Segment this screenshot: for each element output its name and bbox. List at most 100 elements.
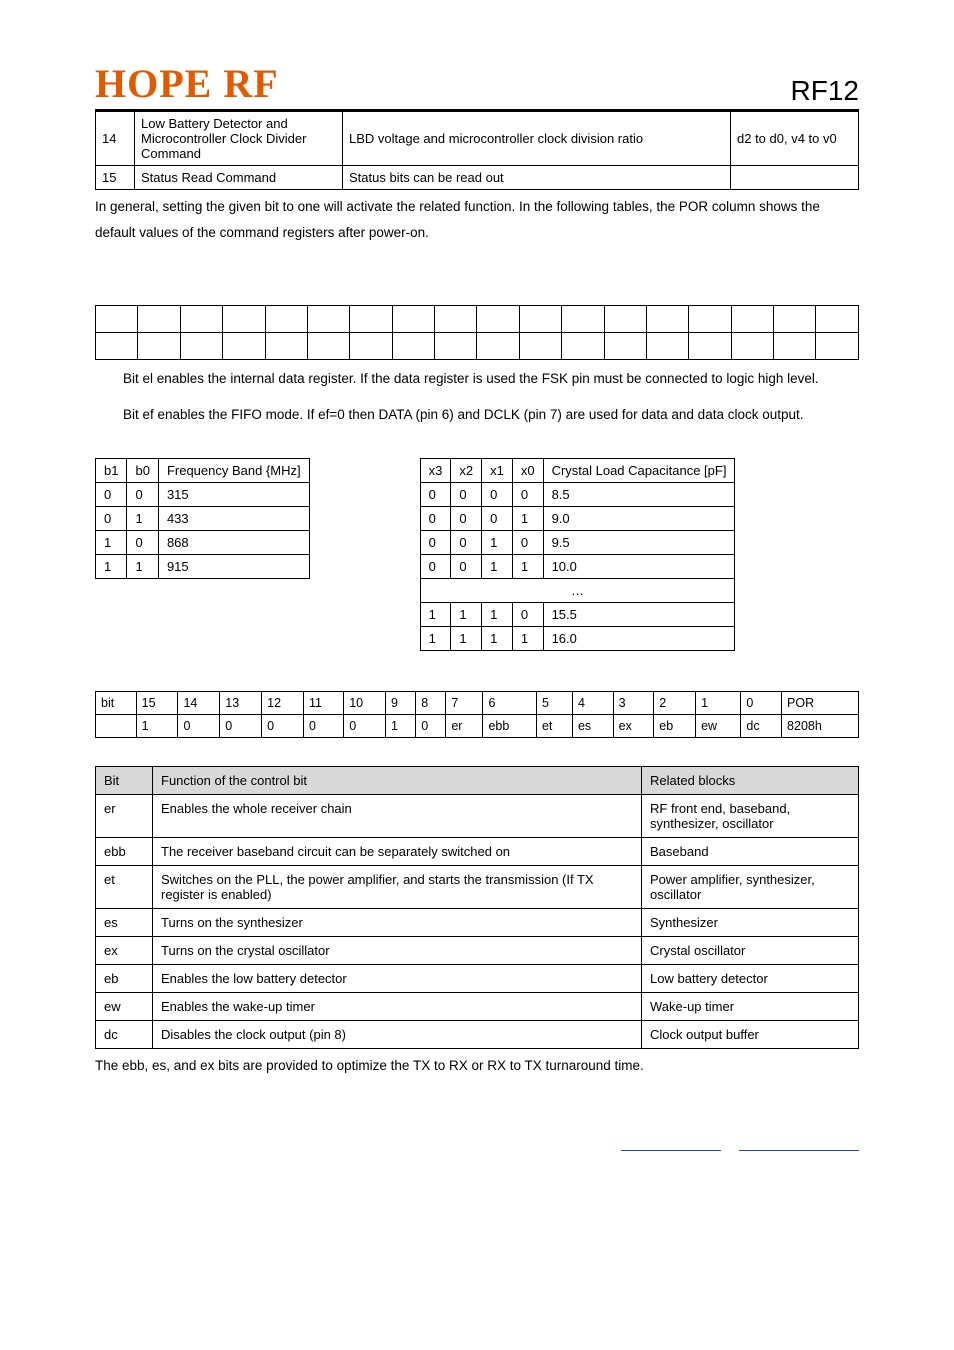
cell: 1 bbox=[482, 602, 513, 626]
cell: ebb bbox=[483, 714, 537, 737]
col-header: Bit bbox=[96, 766, 153, 794]
col-header: Crystal Load Capacitance [pF] bbox=[543, 458, 735, 482]
col-header: x2 bbox=[451, 458, 482, 482]
cell: 1 bbox=[96, 554, 127, 578]
cell: Low battery detector bbox=[642, 964, 859, 992]
cell: 14 bbox=[178, 691, 220, 714]
cell: RF front end, baseband, synthesizer, osc… bbox=[642, 794, 859, 837]
cell: 0 bbox=[512, 602, 543, 626]
body-text: The ebb, es, and ex bits are provided to… bbox=[95, 1053, 859, 1079]
footer-links bbox=[95, 1148, 859, 1151]
cell: 1 bbox=[127, 506, 158, 530]
table-row: 00109.5 bbox=[420, 530, 735, 554]
empty-register-table bbox=[95, 305, 859, 360]
cell: 0 bbox=[482, 482, 513, 506]
command-table: 14 Low Battery Detector and Microcontrol… bbox=[95, 111, 859, 190]
table-row: ebbThe receiver baseband circuit can be … bbox=[96, 837, 859, 865]
col-header: x1 bbox=[482, 458, 513, 482]
table-row: 00008.5 bbox=[420, 482, 735, 506]
cell: 10 bbox=[344, 691, 386, 714]
cell: er bbox=[96, 794, 153, 837]
col-header: Frequency Band {MHz] bbox=[158, 458, 309, 482]
cell: 1 bbox=[96, 530, 127, 554]
cell: ex bbox=[96, 936, 153, 964]
table-row: ewEnables the wake-up timerWake-up timer bbox=[96, 992, 859, 1020]
cell: 0 bbox=[512, 482, 543, 506]
cell: 1 bbox=[451, 626, 482, 650]
cell: Disables the clock output (pin 8) bbox=[153, 1020, 642, 1048]
cell: ew bbox=[96, 992, 153, 1020]
cell: 0 bbox=[451, 554, 482, 578]
cell: 4 bbox=[572, 691, 613, 714]
body-text: Bit ef enables the FIFO mode. If ef=0 th… bbox=[95, 402, 859, 428]
page-header: HOPE RF RF12 bbox=[95, 60, 859, 111]
body-text: Bit el enables the internal data registe… bbox=[95, 366, 859, 392]
cell: 8.5 bbox=[543, 482, 735, 506]
cell: 3 bbox=[613, 691, 654, 714]
cell: 0 bbox=[96, 506, 127, 530]
cell: eb bbox=[96, 964, 153, 992]
cell: dc bbox=[96, 1020, 153, 1048]
table-row: bit1514131211109876543210POR bbox=[96, 691, 859, 714]
cell: 0 bbox=[741, 691, 782, 714]
cell: eb bbox=[654, 714, 696, 737]
table-row: 01433 bbox=[96, 506, 310, 530]
frequency-band-table: b1 b0 Frequency Band {MHz] 00315 01433 1… bbox=[95, 458, 310, 579]
cell: dc bbox=[741, 714, 782, 737]
cell: 12 bbox=[262, 691, 304, 714]
cell: The receiver baseband circuit can be sep… bbox=[153, 837, 642, 865]
cell: ew bbox=[696, 714, 741, 737]
cell: 11 bbox=[303, 691, 343, 714]
cell: 2 bbox=[654, 691, 696, 714]
cell: 1 bbox=[482, 554, 513, 578]
cell: ex bbox=[613, 714, 654, 737]
table-row: Bit Function of the control bit Related … bbox=[96, 766, 859, 794]
cmd-name: Low Battery Detector and Microcontroller… bbox=[135, 112, 343, 166]
cell: Baseband bbox=[642, 837, 859, 865]
cell: 1 bbox=[512, 554, 543, 578]
table-row: 00315 bbox=[96, 482, 310, 506]
cell: 1 bbox=[512, 506, 543, 530]
cell: er bbox=[446, 714, 483, 737]
cell: bit bbox=[96, 691, 137, 714]
cell: 7 bbox=[446, 691, 483, 714]
cell: 6 bbox=[483, 691, 537, 714]
cell: 868 bbox=[158, 530, 309, 554]
cell: 16.0 bbox=[543, 626, 735, 650]
cell: 1 bbox=[451, 602, 482, 626]
cell: 0 bbox=[127, 482, 158, 506]
cell: et bbox=[536, 714, 572, 737]
cmd-num: 15 bbox=[96, 166, 135, 190]
doc-id: RF12 bbox=[791, 75, 859, 107]
cell: es bbox=[572, 714, 613, 737]
cell: 433 bbox=[158, 506, 309, 530]
cell: 0 bbox=[420, 482, 451, 506]
cell: POR bbox=[782, 691, 859, 714]
cell: Crystal oscillator bbox=[642, 936, 859, 964]
cell: 8208h bbox=[782, 714, 859, 737]
cell: 0 bbox=[303, 714, 343, 737]
cell: 0 bbox=[512, 530, 543, 554]
cell: 0 bbox=[127, 530, 158, 554]
cmd-reg bbox=[731, 166, 859, 190]
cell: 315 bbox=[158, 482, 309, 506]
table-row: 111116.0 bbox=[420, 626, 735, 650]
cell: Enables the wake-up timer bbox=[153, 992, 642, 1020]
table-row: 10000010erebbetesexebewdc8208h bbox=[96, 714, 859, 737]
bit-layout-table: bit1514131211109876543210POR 10000010ere… bbox=[95, 691, 859, 738]
table-row: 10868 bbox=[96, 530, 310, 554]
cell: Enables the whole receiver chain bbox=[153, 794, 642, 837]
table-row: etSwitches on the PLL, the power amplifi… bbox=[96, 865, 859, 908]
cell: 1 bbox=[696, 691, 741, 714]
table-row: 001110.0 bbox=[420, 554, 735, 578]
cell: 0 bbox=[220, 714, 262, 737]
col-header: b0 bbox=[127, 458, 158, 482]
table-row: x3 x2 x1 x0 Crystal Load Capacitance [pF… bbox=[420, 458, 735, 482]
cmd-name: Status Read Command bbox=[135, 166, 343, 190]
cell: 0 bbox=[178, 714, 220, 737]
cell: Switches on the PLL, the power amplifier… bbox=[153, 865, 642, 908]
cell: 1 bbox=[127, 554, 158, 578]
cell: 1 bbox=[386, 714, 416, 737]
crystal-load-table: x3 x2 x1 x0 Crystal Load Capacitance [pF… bbox=[420, 458, 736, 651]
cell: 8 bbox=[416, 691, 446, 714]
